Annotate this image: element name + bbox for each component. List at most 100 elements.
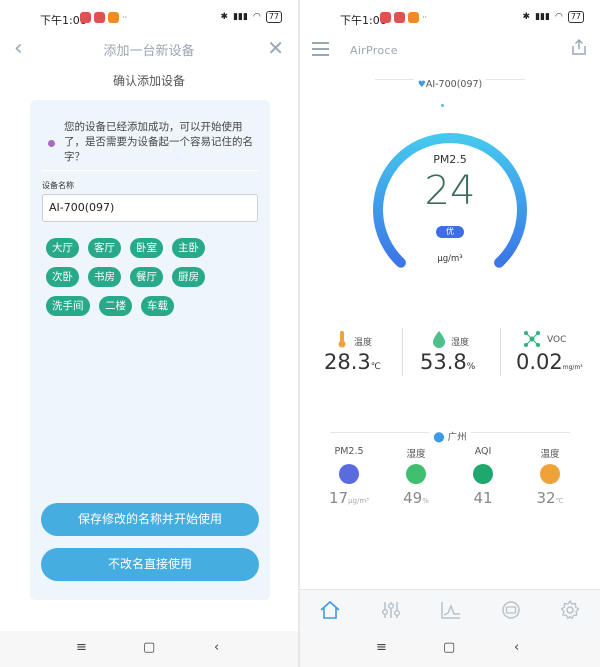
system-icons: ✱ ▮▮▮ ◠ 77	[221, 11, 282, 23]
divider	[402, 328, 403, 376]
metric-label: VOC	[547, 335, 567, 345]
use-without-rename-button[interactable]: 不改名直接使用	[41, 548, 259, 581]
app-notification-icon	[394, 12, 405, 23]
add-device-card: 您的设备已经添加成功，可以开始使用了，是否需要为设备起一个容易记住的名字？ 设备…	[30, 100, 270, 600]
controls-tab-icon[interactable]	[380, 600, 402, 620]
signal-icon: ▮▮▮	[535, 12, 550, 22]
bullet-dot-icon	[48, 140, 55, 147]
room-tag[interactable]: 卧室	[130, 238, 163, 258]
pm25-gauge: PM2.5 24 优 μg/m³	[370, 130, 530, 280]
metric-label: 湿度	[451, 338, 470, 348]
notification-icons: ··	[80, 12, 127, 23]
gauge-value: 24	[424, 168, 476, 214]
room-tag[interactable]: 二楼	[99, 296, 132, 316]
page-subtitle: 确认添加设备	[112, 74, 185, 88]
bluetooth-icon: ✱	[220, 12, 229, 22]
indoor-temperature: 温度 28.3℃	[324, 326, 424, 376]
outdoor-value-wrap: 41	[453, 489, 513, 507]
back-nav-icon[interactable]: ‹	[214, 640, 219, 655]
home-nav-icon[interactable]: ▢	[143, 640, 155, 655]
filter-tab-icon[interactable]	[500, 600, 522, 620]
metric-value-wrap: 28.3℃	[324, 350, 381, 374]
outdoor-humidity: 湿度 49%	[386, 446, 446, 507]
location-pin-icon: ⬤	[433, 432, 445, 443]
app-notification-icon	[108, 12, 119, 23]
notification-icons: ··	[380, 12, 427, 23]
divider	[42, 170, 258, 171]
success-message: 您的设备已经添加成功，可以开始使用了，是否需要为设备起一个容易记住的名字？	[48, 120, 260, 165]
divider	[500, 328, 501, 376]
system-icons: ✱ ▮▮▮ ◠ 77	[523, 11, 584, 23]
particles-icon	[339, 464, 359, 484]
app-notification-icon	[408, 12, 419, 23]
home-tab-icon[interactable]	[319, 600, 341, 620]
droplet-icon	[406, 464, 426, 484]
more-dots-icon: ··	[122, 13, 128, 22]
metric-value-wrap: 0.02mg/m³	[516, 350, 583, 374]
share-icon[interactable]	[570, 38, 588, 56]
room-tag[interactable]: 客厅	[88, 238, 121, 258]
battery-icon: 77	[567, 11, 584, 23]
outdoor-value: 17	[329, 489, 349, 507]
device-name-input[interactable]: AI-700(097)	[42, 194, 258, 222]
device-name: AI-700(097)	[425, 79, 483, 90]
brand-logo: AirProce	[350, 44, 398, 57]
room-tag[interactable]: 洗手间	[46, 296, 90, 316]
app-notification-icon	[380, 12, 391, 23]
room-tag[interactable]: 餐厅	[130, 267, 163, 287]
status-bar: 下午1:06 ·· ✱ ▮▮▮ ◠ 77	[300, 0, 600, 36]
room-tag[interactable]: 厨房	[172, 267, 205, 287]
city-name: 广州	[447, 432, 467, 443]
status-bar: 下午1:06 ·· ✱ ▮▮▮ ◠ 77	[0, 0, 298, 36]
page-title: 添加一台新设备	[103, 44, 195, 59]
device-name-label: 设备名称	[42, 181, 74, 190]
bottom-tab-bar	[300, 589, 600, 631]
metric-value: 0.02	[516, 350, 563, 374]
room-tag[interactable]: 主卧	[172, 238, 205, 258]
outdoor-label: 湿度	[406, 449, 426, 460]
room-tag[interactable]: 车载	[141, 296, 174, 316]
outdoor-value: 32	[536, 489, 556, 507]
menu-nav-icon[interactable]: ≡	[376, 640, 387, 655]
cloud-icon	[473, 464, 493, 484]
close-icon[interactable]: ✕	[267, 36, 284, 60]
history-chart-tab-icon[interactable]	[440, 600, 462, 620]
menu-nav-icon[interactable]: ≡	[76, 640, 87, 655]
metric-value: 53.8	[420, 350, 467, 374]
outdoor-value: 41	[473, 489, 493, 507]
system-nav-bar: ≡ ▢ ‹	[0, 631, 298, 667]
metric-value: 28.3	[324, 350, 371, 374]
droplet-icon	[433, 331, 445, 348]
wifi-icon: ◠	[554, 12, 563, 22]
save-and-start-button[interactable]: 保存修改的名称并开始使用	[41, 503, 259, 536]
hamburger-menu-icon[interactable]	[312, 42, 329, 60]
back-nav-icon[interactable]: ‹	[514, 640, 519, 655]
room-tag[interactable]: 大厅	[46, 238, 79, 258]
room-tag[interactable]: 次卧	[46, 267, 79, 287]
heart-icon: ♥	[417, 80, 426, 90]
wifi-icon: ◠	[252, 12, 261, 22]
air-quality-badge: 优	[436, 226, 464, 238]
app-notification-icon	[80, 12, 91, 23]
home-nav-icon[interactable]: ▢	[443, 640, 455, 655]
device-selector[interactable]: ♥AI-700(097)	[300, 72, 600, 91]
outdoor-value-wrap: 17μg/m³	[319, 489, 379, 507]
thermometer-icon	[540, 464, 560, 484]
settings-gear-icon[interactable]	[559, 600, 581, 620]
outdoor-value-wrap: 49%	[386, 489, 446, 507]
battery-icon: 77	[265, 11, 282, 23]
indoor-voc: VOC 0.02mg/m³	[516, 326, 600, 376]
system-nav-bar: ≡ ▢ ‹	[300, 631, 600, 667]
room-tag[interactable]: 书房	[88, 267, 121, 287]
more-dots-icon: ··	[422, 13, 428, 22]
outdoor-label: AQI	[474, 446, 492, 457]
city-selector[interactable]: ⬤ 广州	[300, 425, 600, 444]
app-notification-icon	[94, 12, 105, 23]
molecule-icon	[524, 331, 540, 347]
metric-unit: mg/m³	[562, 364, 583, 371]
thermometer-icon	[338, 331, 346, 348]
outdoor-unit: %	[422, 497, 429, 505]
outdoor-temperature: 温度 32℃	[520, 446, 580, 507]
outdoor-label: PM2.5	[334, 446, 364, 457]
gauge-label: PM2.5	[433, 153, 467, 166]
